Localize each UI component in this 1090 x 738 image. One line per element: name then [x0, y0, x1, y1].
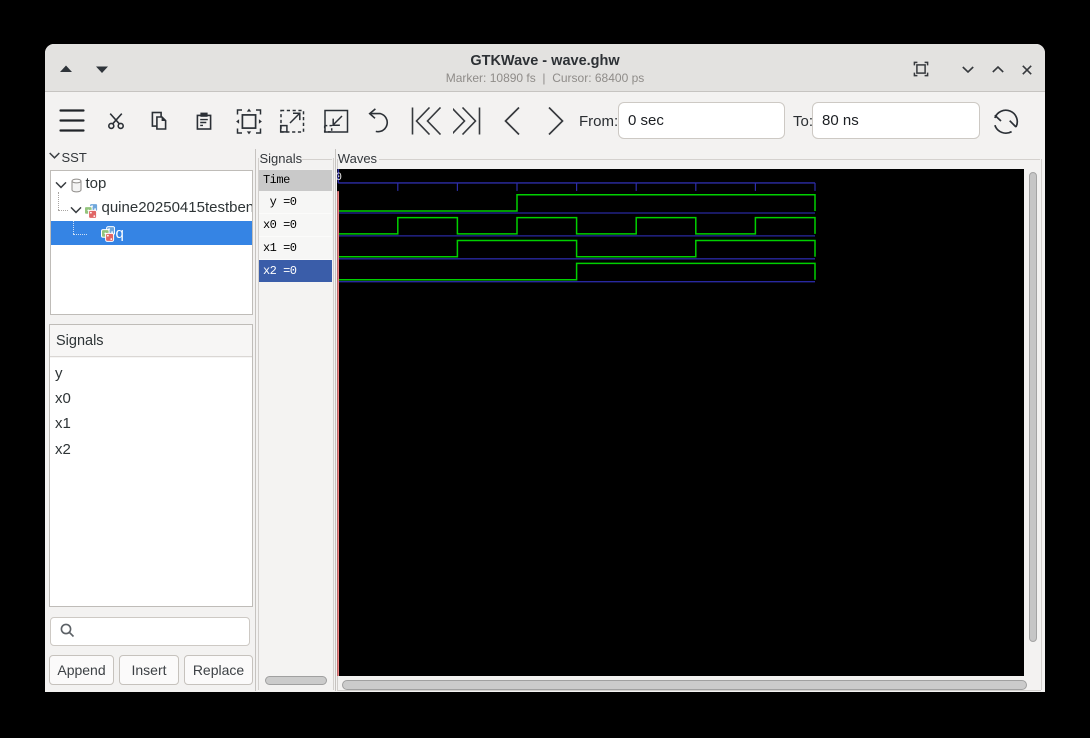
- svg-text:0: 0: [337, 172, 342, 184]
